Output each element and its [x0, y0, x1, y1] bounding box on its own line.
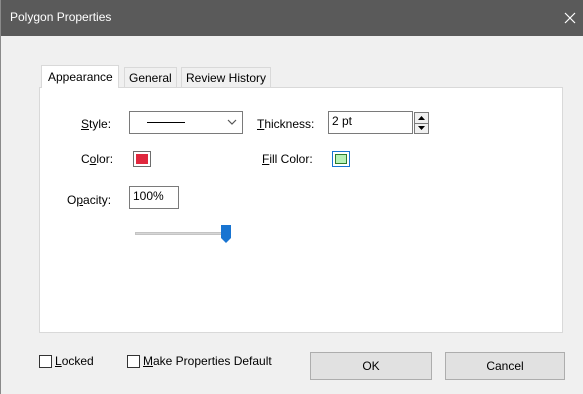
locked-label: Locked: [55, 354, 94, 368]
tab-review-history[interactable]: Review History: [181, 67, 272, 87]
color-swatch[interactable]: [133, 151, 151, 167]
make-default-label: Make Properties Default: [143, 354, 272, 368]
fill-color-swatch[interactable]: [332, 151, 350, 167]
locked-checkbox[interactable]: [39, 355, 52, 368]
tab-appearance[interactable]: Appearance: [41, 65, 119, 88]
title-bar[interactable]: Polygon Properties: [1, 0, 583, 36]
opacity-slider-track: [135, 232, 231, 235]
solid-line-preview: [147, 122, 185, 123]
fill-color-label: Fill Color:: [262, 152, 313, 166]
ok-button[interactable]: OK: [310, 352, 432, 380]
dialog-title: Polygon Properties: [10, 10, 112, 24]
triangle-down-icon: [418, 126, 425, 130]
color-fill: [136, 154, 148, 164]
opacity-slider-thumb[interactable]: [221, 225, 231, 243]
triangle-up-icon: [418, 116, 425, 120]
thickness-stepper: [414, 112, 429, 134]
thickness-label: Thickness:: [257, 117, 315, 131]
thickness-decrement-button[interactable]: [415, 123, 428, 133]
fill-color-fill: [335, 154, 347, 164]
make-default-checkbox[interactable]: [127, 355, 140, 368]
chevron-down-icon: [227, 119, 237, 125]
tab-general[interactable]: General: [124, 67, 177, 87]
cancel-button[interactable]: Cancel: [445, 352, 565, 380]
opacity-slider[interactable]: [135, 225, 235, 243]
close-button[interactable]: [557, 0, 583, 36]
opacity-input[interactable]: 100%: [129, 186, 179, 209]
opacity-label: Opacity:: [67, 193, 112, 207]
style-dropdown[interactable]: [129, 111, 243, 134]
close-icon: [564, 12, 576, 24]
style-label: Style:: [81, 117, 112, 131]
polygon-properties-dialog: Polygon Properties Appearance General Re…: [0, 0, 583, 394]
color-label: Color:: [81, 152, 114, 166]
thickness-input[interactable]: 2 pt: [328, 111, 413, 134]
